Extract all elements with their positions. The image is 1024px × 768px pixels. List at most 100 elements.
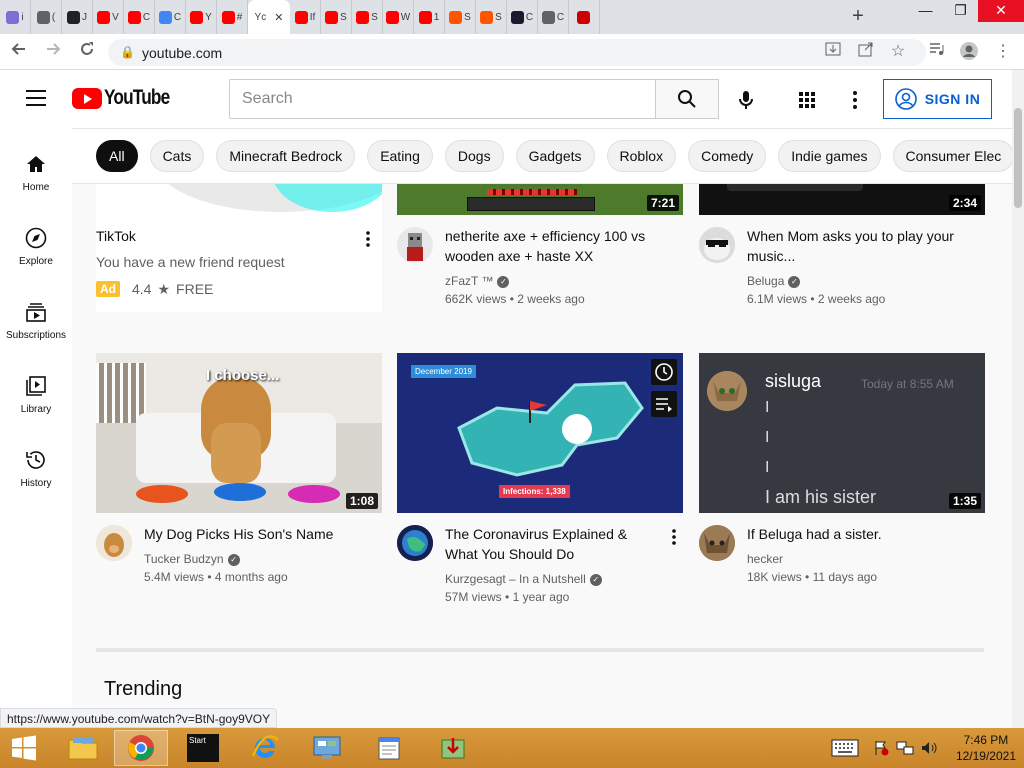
filter-chip[interactable]: Gadgets [515,140,595,172]
browser-tab[interactable]: W [383,0,414,34]
downloads-icon[interactable] [426,730,480,766]
filter-chip[interactable]: Roblox [606,140,677,172]
browser-tab[interactable]: C [155,0,186,34]
sidebar: Home Explore Subscriptions Library Histo… [0,128,72,728]
start-menu-app-icon[interactable]: Start [176,730,230,766]
video-title[interactable]: When Mom asks you to play your music... [747,226,962,266]
video-title[interactable]: netherite axe + efficiency 100 vs wooden… [445,226,660,266]
filter-chip[interactable]: All [96,140,138,172]
close-tab-icon[interactable]: ✕ [274,11,283,24]
ad-title[interactable]: TikTok [96,226,311,246]
chrome-taskbar-icon[interactable] [114,730,168,766]
search-input[interactable] [229,79,656,119]
more-options-icon[interactable] [358,229,378,249]
sidebar-item-home[interactable]: Home [0,134,72,194]
filter-chip[interactable]: Minecraft Bedrock [216,140,356,172]
new-tab-button[interactable]: + [848,6,868,26]
video-title[interactable]: My Dog Picks His Son's Name [144,524,359,544]
browser-tab[interactable]: i [0,0,31,34]
voice-search-icon[interactable] [734,88,758,112]
filter-chip[interactable]: Indie games [778,140,881,172]
sidebar-item-subscriptions[interactable]: Subscriptions [0,282,72,342]
file-explorer-icon[interactable] [56,730,110,766]
internet-explorer-icon[interactable] [238,730,292,766]
keyboard-icon[interactable] [828,730,862,766]
add-to-queue-icon[interactable] [651,391,677,417]
watch-later-icon[interactable] [651,359,677,385]
browser-tab[interactable]: V [93,0,124,34]
sign-in-button[interactable]: SIGN IN [883,79,992,119]
browser-tab[interactable]: C [507,0,538,34]
sidebar-item-explore[interactable]: Explore [0,208,72,268]
channel-avatar[interactable] [397,227,433,263]
bookmark-star-icon[interactable]: ☆ [887,41,909,63]
tab-favicon-icon [576,10,590,24]
browser-tab[interactable]: 1 [414,0,445,34]
close-window-button[interactable]: ✕ [978,0,1024,22]
video-thumbnail[interactable]: 7:21 [397,184,683,215]
channel-name[interactable]: Kurzgesagt – In a Nutshell ✓ [445,572,602,586]
youtube-logo[interactable]: YouTube [72,86,184,110]
address-bar[interactable]: 🔒 youtube.com [108,39,926,66]
video-title[interactable]: The Coronavirus Explained & What You Sho… [445,524,660,564]
settings-more-icon[interactable] [843,88,867,112]
hamburger-menu-icon[interactable] [26,90,46,106]
filter-chip[interactable]: Consumer Elec [892,140,1012,172]
browser-menu-icon[interactable]: ⋮ [992,41,1014,63]
browser-tab[interactable]: Y [186,0,217,34]
control-panel-icon[interactable] [300,730,354,766]
video-thumbnail[interactable]: December 2019 Infections: 1,338 [397,353,683,513]
video-thumbnail[interactable]: 2:34 [699,184,985,215]
browser-tab[interactable]: # [217,0,248,34]
browser-tab[interactable]: S [445,0,476,34]
restore-button[interactable]: ❐ [944,0,977,22]
video-title[interactable]: If Beluga had a sister. [747,524,962,544]
channel-name[interactable]: Beluga ✓ [747,274,801,288]
volume-icon[interactable] [918,730,940,766]
video-thumbnail[interactable]: I choose... 1:08 [96,353,382,513]
channel-avatar[interactable] [397,525,433,561]
filter-chip[interactable]: Eating [367,140,433,172]
video-meta: 57M views • 1 year ago [445,590,569,604]
video-thumbnail[interactable]: sisluga Today at 8:55 AM I I I I am his … [699,353,985,513]
filter-chip[interactable]: Comedy [688,140,767,172]
browser-tab[interactable]: S [321,0,352,34]
page-scrollbar[interactable] [1012,70,1024,728]
profile-icon[interactable] [958,41,980,63]
search-button[interactable] [655,79,719,119]
channel-name[interactable]: zFazT ™ ✓ [445,274,510,288]
windows-start-button[interactable] [0,730,48,766]
filter-chip[interactable]: Dogs [444,140,504,172]
sidebar-item-history[interactable]: History [0,430,72,490]
system-clock[interactable]: 7:46 PM 12/19/2021 [956,732,1016,764]
browser-tab[interactable]: C [124,0,155,34]
browser-tab[interactable] [569,0,600,34]
channel-name[interactable]: hecker [747,552,783,566]
scrollbar-thumb[interactable] [1014,108,1022,208]
browser-tab[interactable]: Yc ✕ [248,0,290,34]
browser-tab[interactable]: S [352,0,383,34]
more-options-icon[interactable] [664,527,684,547]
filter-chip[interactable]: Cats [149,140,205,172]
browser-tab[interactable]: C [538,0,569,34]
channel-avatar[interactable] [699,227,735,263]
share-icon[interactable] [855,41,877,63]
reload-icon[interactable] [76,41,98,63]
browser-tab[interactable]: J [62,0,93,34]
notepad-icon[interactable] [362,730,416,766]
channel-avatar[interactable] [96,525,132,561]
browser-tab[interactable]: If [290,0,321,34]
forward-icon[interactable] [42,41,64,63]
action-center-flag-icon[interactable] [870,730,892,766]
browser-tab[interactable]: ( [31,0,62,34]
channel-avatar[interactable] [699,525,735,561]
sidebar-item-library[interactable]: Library [0,356,72,416]
channel-name[interactable]: Tucker Budzyn ✓ [144,552,240,566]
minimize-button[interactable]: — [909,0,942,22]
media-queue-icon[interactable] [926,41,948,63]
network-icon[interactable] [894,730,916,766]
back-icon[interactable] [8,41,30,63]
apps-grid-icon[interactable] [795,88,819,112]
browser-tab[interactable]: S [476,0,507,34]
install-icon[interactable] [822,41,844,63]
